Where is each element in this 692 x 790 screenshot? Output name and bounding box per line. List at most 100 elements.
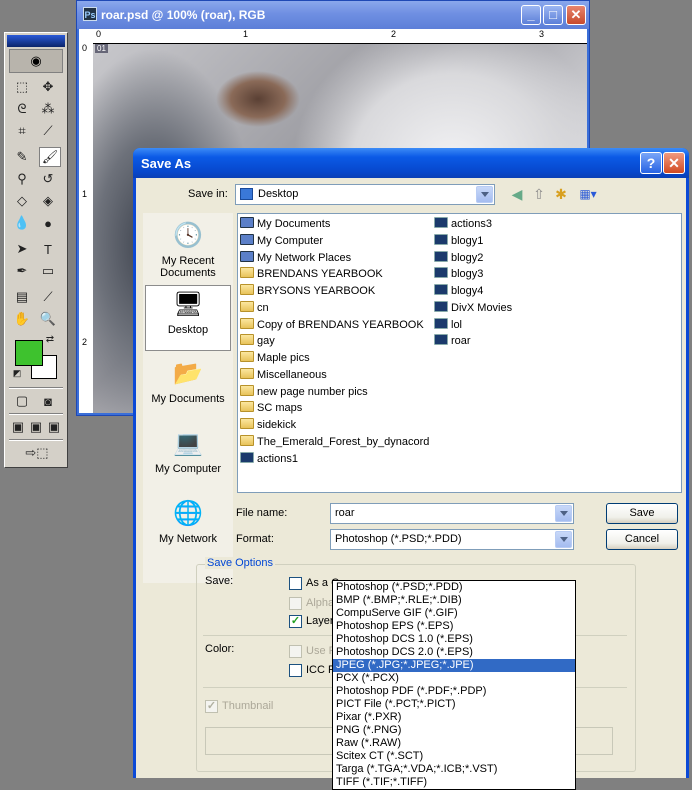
format-option[interactable]: PNG (*.PNG): [333, 724, 575, 737]
format-option[interactable]: BMP (*.BMP;*.RLE;*.DIB): [333, 594, 575, 607]
file-list-item[interactable]: roar: [434, 334, 471, 350]
place-my-recent-documents[interactable]: 🕓 My Recent Documents: [145, 221, 231, 279]
history-brush-tool-icon[interactable]: ↺: [37, 169, 59, 189]
format-option[interactable]: Scitex CT (*.SCT): [333, 750, 575, 763]
screen-mode-menubar-icon[interactable]: ▣: [27, 417, 45, 437]
format-option[interactable]: Photoshop EPS (*.EPS): [333, 620, 575, 633]
alpha-channels-checkbox[interactable]: [289, 597, 302, 610]
eraser-tool-icon[interactable]: ◇: [11, 191, 33, 211]
screen-mode-full-icon[interactable]: ▣: [45, 417, 63, 437]
place-my-documents[interactable]: 📂 My Documents: [145, 359, 231, 405]
screen-mode-standard-icon[interactable]: ▣: [9, 417, 27, 437]
file-list-item[interactable]: new page number pics: [240, 384, 368, 401]
file-list-item[interactable]: The_Emerald_Forest_by_dynacord: [240, 434, 429, 451]
blur-tool-icon[interactable]: 💧: [11, 213, 33, 233]
file-list-item[interactable]: My Documents: [240, 217, 330, 233]
file-list-item[interactable]: lol: [434, 317, 462, 334]
format-option[interactable]: CompuServe GIF (*.GIF): [333, 607, 575, 620]
file-list-item[interactable]: blogy4: [434, 284, 483, 300]
save-button[interactable]: Save: [606, 503, 678, 524]
file-list-item[interactable]: blogy2: [434, 250, 483, 267]
file-list-item[interactable]: My Network Places: [240, 250, 351, 267]
lasso-tool-icon[interactable]: ᘓ: [11, 99, 33, 119]
foreground-color-swatch[interactable]: [15, 340, 43, 366]
format-option[interactable]: TIFF (*.TIF;*.TIFF): [333, 776, 575, 789]
file-list-item[interactable]: Copy of BRENDANS YEARBOOK: [240, 317, 424, 334]
eyedropper-tool-icon[interactable]: ⟋: [37, 287, 59, 307]
file-list-item[interactable]: BRENDANS YEARBOOK: [240, 267, 383, 283]
file-list-item[interactable]: My Computer: [240, 233, 323, 250]
format-option[interactable]: PCX (*.PCX): [333, 672, 575, 685]
standard-mode-icon[interactable]: ▢: [11, 391, 33, 411]
file-list-item[interactable]: cn: [240, 300, 269, 317]
file-list-item[interactable]: SC maps: [240, 401, 302, 417]
notes-tool-icon[interactable]: ▤: [11, 287, 33, 307]
format-dropdown[interactable]: Photoshop (*.PSD;*.PDD): [330, 529, 574, 550]
place-desktop[interactable]: 🖥 Desktop: [145, 285, 231, 351]
format-option[interactable]: Photoshop DCS 1.0 (*.EPS): [333, 633, 575, 646]
default-colors-icon[interactable]: ◩: [11, 367, 23, 379]
clone-stamp-tool-icon[interactable]: ⚲: [11, 169, 33, 189]
file-list-item[interactable]: sidekick: [240, 418, 296, 434]
format-option[interactable]: Photoshop PDF (*.PDF;*.PDP): [333, 685, 575, 698]
place-my-computer[interactable]: 💻 My Computer: [145, 429, 231, 475]
icc-profile-checkbox[interactable]: [289, 664, 302, 677]
zoom-tool-icon[interactable]: 🔍: [37, 309, 59, 329]
maximize-icon[interactable]: □: [543, 5, 563, 25]
hand-tool-icon[interactable]: ✋: [11, 309, 33, 329]
crop-tool-icon[interactable]: ⌗: [11, 121, 33, 141]
dodge-tool-icon[interactable]: ●: [37, 213, 59, 233]
healing-brush-tool-icon[interactable]: ✎: [11, 147, 33, 167]
file-name-input[interactable]: roar: [330, 503, 574, 524]
close-icon[interactable]: ✕: [566, 5, 586, 25]
photoshop-eye-icon[interactable]: ◉: [9, 49, 63, 73]
document-titlebar[interactable]: Ps roar.psd @ 100% (roar), RGB _ □ ✕: [77, 1, 589, 29]
swap-colors-icon[interactable]: ⇄: [43, 333, 57, 345]
cancel-button[interactable]: Cancel: [606, 529, 678, 550]
format-option[interactable]: Raw (*.RAW): [333, 737, 575, 750]
shape-tool-icon[interactable]: ▭: [37, 261, 59, 281]
format-option[interactable]: Targa (*.TGA;*.VDA;*.ICB;*.VST): [333, 763, 575, 776]
place-my-network[interactable]: 🌐 My Network: [145, 499, 231, 545]
format-option[interactable]: Photoshop DCS 2.0 (*.EPS): [333, 646, 575, 659]
file-list-item[interactable]: Miscellaneous: [240, 367, 327, 384]
slice-tool-icon[interactable]: ⟋: [37, 121, 59, 141]
jump-to-imageready-icon[interactable]: ⇨⬚: [15, 443, 59, 463]
thumbnail-checkbox[interactable]: ✓: [205, 700, 218, 713]
chevron-down-icon[interactable]: [476, 186, 493, 203]
marquee-tool-icon[interactable]: ⬚: [11, 77, 33, 97]
save-in-dropdown[interactable]: Desktop: [235, 184, 495, 205]
as-a-copy-checkbox[interactable]: [289, 577, 302, 590]
file-list-item[interactable]: DivX Movies: [434, 300, 512, 317]
file-list-item[interactable]: BRYSONS YEARBOOK: [240, 284, 375, 300]
chevron-down-icon[interactable]: [555, 505, 572, 522]
minimize-icon[interactable]: _: [521, 5, 541, 25]
dialog-titlebar[interactable]: Save As ? ✕: [133, 148, 689, 178]
format-option[interactable]: Pixar (*.PXR): [333, 711, 575, 724]
format-option[interactable]: Photoshop (*.PSD;*.PDD): [333, 581, 575, 594]
vertical-ruler[interactable]: 0 1 2: [79, 43, 94, 413]
layers-checkbox[interactable]: ✓: [289, 615, 302, 628]
file-list-item[interactable]: gay: [240, 334, 275, 350]
quick-mask-mode-icon[interactable]: ◙: [37, 391, 59, 411]
help-icon[interactable]: ?: [640, 152, 662, 174]
file-list[interactable]: My Documents My Computer My Network Places…: [237, 213, 682, 493]
up-folder-icon[interactable]: ⇧: [528, 184, 550, 204]
brush-tool-icon[interactable]: 🖌: [39, 147, 61, 167]
file-list-item[interactable]: actions3: [434, 217, 492, 233]
dialog-close-icon[interactable]: ✕: [663, 152, 685, 174]
file-list-item[interactable]: blogy3: [434, 267, 483, 283]
magic-wand-tool-icon[interactable]: ⁂: [37, 99, 59, 119]
format-option[interactable]: PICT File (*.PCT;*.PICT): [333, 698, 575, 711]
ruler-origin[interactable]: [79, 29, 94, 44]
horizontal-ruler[interactable]: 0 1 2 3: [93, 29, 587, 44]
path-selection-tool-icon[interactable]: ➤: [11, 239, 33, 259]
toolbox-titlebar[interactable]: [7, 35, 65, 47]
back-icon[interactable]: ◀: [506, 184, 528, 204]
view-menu-icon[interactable]: ▦▾: [574, 184, 602, 204]
new-folder-icon[interactable]: ✱: [550, 184, 572, 204]
use-proof-setup-checkbox[interactable]: [289, 645, 302, 658]
file-list-item[interactable]: blogy1: [434, 233, 483, 250]
file-list-item[interactable]: actions1: [240, 451, 298, 468]
chevron-down-icon[interactable]: [555, 531, 572, 548]
